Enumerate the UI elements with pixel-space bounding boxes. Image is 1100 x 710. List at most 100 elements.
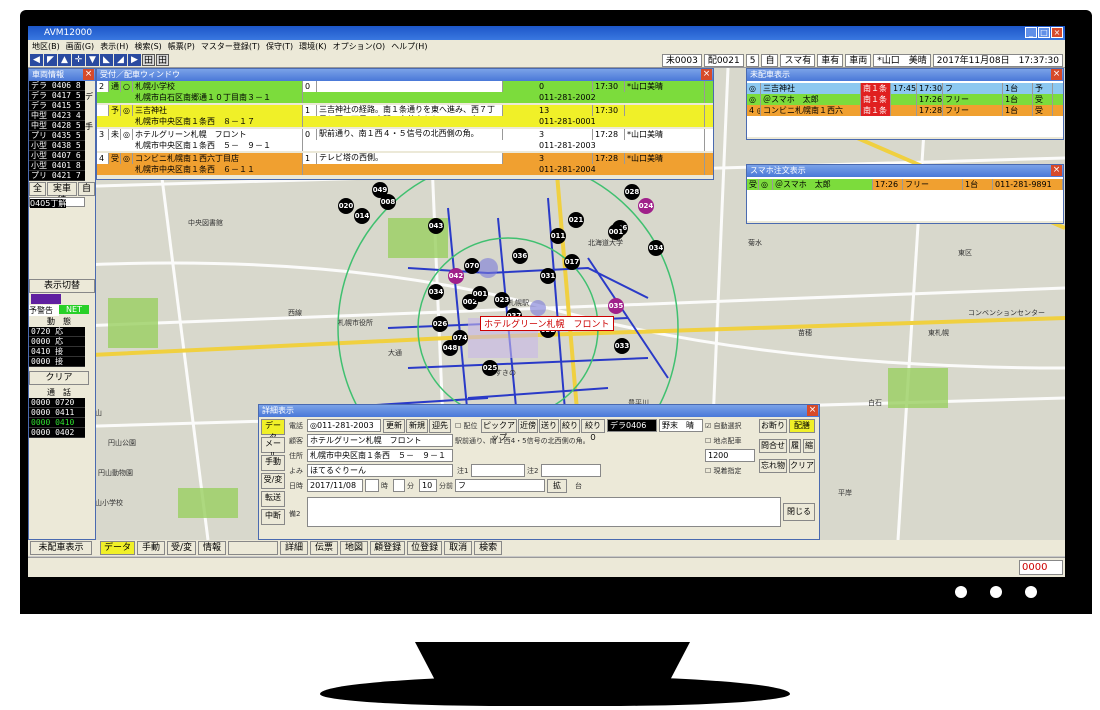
vehicle-marker[interactable]: 034 bbox=[428, 284, 444, 300]
new-button[interactable]: 新規 bbox=[406, 419, 428, 433]
vehicle-marker[interactable]: 014 bbox=[354, 208, 370, 224]
vehicle-item[interactable]: プリ 0421 7 bbox=[29, 171, 85, 181]
bottom-button[interactable]: 位登録 bbox=[407, 541, 443, 555]
unassigned-row[interactable]: 4 ◎コンビニ札幌南１西六南１条 17:28フリー1台受 bbox=[747, 105, 1063, 116]
note1-field[interactable] bbox=[471, 464, 525, 477]
arrow-downright-icon[interactable]: ◢ bbox=[114, 54, 127, 66]
dispatch-button[interactable]: 配膳 bbox=[789, 419, 815, 433]
lost-item-button[interactable]: 忘れ物 bbox=[759, 459, 787, 473]
call-item[interactable]: 0000 0720 bbox=[29, 398, 85, 408]
bottom-button[interactable]: データ bbox=[100, 541, 136, 555]
decline-button[interactable]: お断り bbox=[759, 419, 787, 433]
vehicle-marker[interactable]: 035 bbox=[608, 298, 624, 314]
vehicle-marker[interactable]: 031 bbox=[540, 268, 556, 284]
vehicle-marker[interactable]: 023 bbox=[494, 292, 510, 308]
history-button[interactable]: 履 bbox=[789, 439, 801, 453]
bottom-button[interactable]: 詳細 bbox=[280, 541, 309, 555]
customer-field[interactable]: ホテルグリーン札幌 フロント bbox=[307, 434, 453, 447]
bottom-button[interactable]: 取消 bbox=[444, 541, 473, 555]
menu-item[interactable]: 帳票(P) bbox=[168, 40, 195, 53]
move-icon[interactable]: ✛ bbox=[72, 54, 85, 66]
bottom-button[interactable]: 顧登録 bbox=[370, 541, 406, 555]
unassigned-row[interactable]: ◎ 三吉神社 南１条 17:45 17:30 フ 1台予 bbox=[747, 83, 1063, 94]
menu-item[interactable]: 検索(S) bbox=[134, 40, 161, 53]
minutes-before-field[interactable]: 10 bbox=[419, 479, 437, 492]
detail-tab[interactable]: 転送 bbox=[261, 491, 285, 507]
maximize-button[interactable]: □ bbox=[1038, 27, 1050, 38]
status-item[interactable]: 0000 応 bbox=[29, 337, 85, 347]
bottom-button[interactable] bbox=[228, 541, 279, 555]
menu-item[interactable]: 地区(B) bbox=[32, 40, 60, 53]
bottom-button[interactable]: 伝票 bbox=[310, 541, 339, 555]
status-item[interactable]: 0720 応 bbox=[29, 327, 85, 337]
send-button[interactable]: 送り bbox=[539, 419, 559, 433]
vehicle-item[interactable]: デラ 0415 5 bbox=[29, 101, 85, 111]
vehicle-item[interactable]: 小型 0438 5 bbox=[29, 141, 85, 151]
close-icon[interactable]: × bbox=[1051, 165, 1062, 176]
pickup-dest-button[interactable]: 迎先 bbox=[429, 419, 451, 433]
sms-order-row[interactable]: 受 ◎ ＠スマホ 太郎 17:26 フリー 1台 011-281-9891 bbox=[747, 179, 1063, 190]
filter-button[interactable]: 絞り bbox=[560, 419, 580, 433]
detail-tab[interactable]: 受/変 bbox=[261, 473, 285, 489]
menu-item[interactable]: 画面(G) bbox=[66, 40, 94, 53]
switch-display-button[interactable]: 表示切替 bbox=[29, 279, 95, 293]
bottom-button[interactable]: 検索 bbox=[474, 541, 503, 555]
minute-field[interactable] bbox=[393, 479, 405, 492]
auto-select-checkbox[interactable]: ☑ 自動選択 bbox=[705, 421, 742, 431]
menu-item[interactable]: ヘルプ(H) bbox=[391, 40, 427, 53]
bottom-button[interactable]: 手動 bbox=[137, 541, 166, 555]
note2-field[interactable] bbox=[541, 464, 601, 477]
bottom-button[interactable]: 受/変 bbox=[167, 541, 197, 555]
vehicle-marker[interactable]: 001 bbox=[608, 224, 624, 240]
menu-item[interactable]: 保守(T) bbox=[266, 40, 293, 53]
close-icon[interactable]: × bbox=[83, 69, 94, 80]
unassigned-display-button[interactable]: 未配車表示 bbox=[30, 541, 92, 555]
vehicle-marker[interactable]: 024 bbox=[638, 198, 654, 214]
vehicle-marker[interactable]: 036 bbox=[512, 248, 528, 264]
menu-item[interactable]: 環境(K) bbox=[299, 40, 327, 53]
close-detail-button[interactable]: 閉じる bbox=[783, 503, 815, 521]
close-icon[interactable]: × bbox=[701, 69, 712, 80]
vehicle-item[interactable]: デラ 0406 8 bbox=[29, 81, 85, 91]
grid-icon[interactable]: 田 bbox=[142, 54, 155, 66]
menu-item[interactable]: マスター登録(T) bbox=[201, 40, 260, 53]
point-dispatch-checkbox[interactable]: ☐ 地点配車 bbox=[705, 436, 742, 446]
vehicle-marker[interactable]: 070 bbox=[464, 258, 480, 274]
vehicle-marker[interactable]: 033 bbox=[614, 338, 630, 354]
vehicle-marker[interactable]: 048 bbox=[442, 340, 458, 356]
vehicle-item[interactable]: 小型 0407 6 bbox=[29, 151, 85, 161]
shrink-button[interactable]: 縮 bbox=[803, 439, 815, 453]
close-button[interactable]: × bbox=[1051, 27, 1063, 38]
bottom-button[interactable]: 地図 bbox=[340, 541, 369, 555]
arrow-downleft-icon[interactable]: ◣ bbox=[100, 54, 113, 66]
detail-tab[interactable]: 手動 bbox=[261, 455, 285, 471]
detail-tab[interactable]: メール bbox=[261, 437, 285, 460]
update-button[interactable]: 更新 bbox=[383, 419, 405, 433]
arrow-left-icon[interactable]: ◀ bbox=[30, 54, 43, 66]
tab-waiting[interactable]: 実車待 bbox=[47, 182, 77, 206]
dispatch-row-address[interactable]: 札幌市中央区南１条西 ８－１７ 011-281-0001 bbox=[97, 116, 713, 127]
vehicle-marker[interactable]: 025 bbox=[482, 360, 498, 376]
address-field[interactable]: 札幌市中央区南１条西 ５－ ９－１ bbox=[307, 449, 453, 462]
filter-zero-button[interactable]: 絞り０ bbox=[581, 419, 605, 442]
dispatch-row[interactable]: 2 通 ○ 札幌小学校 0 0 17:30 *山口美晴 bbox=[97, 81, 713, 92]
vehicle-item[interactable]: 中型 0423 4 bbox=[29, 111, 85, 121]
call-item[interactable]: 0000 0402 bbox=[29, 428, 85, 438]
vehicle-marker[interactable]: 034 bbox=[648, 240, 664, 256]
dispatch-row-address[interactable]: 札幌市中央区南１条西 ６－１１ 011-281-2004 bbox=[97, 164, 713, 175]
vehicle-marker[interactable]: 020 bbox=[338, 198, 354, 214]
arrow-upleft-icon[interactable]: ◤ bbox=[44, 54, 57, 66]
vehicle-item[interactable]: プリ 0435 5 bbox=[29, 131, 85, 141]
vehicle-item[interactable]: デラ 0417 5 bbox=[29, 91, 85, 101]
radius-select[interactable]: 1200 bbox=[705, 449, 755, 462]
vehicle-marker[interactable]: 021 bbox=[568, 212, 584, 228]
call-item[interactable]: 0000 0410 bbox=[29, 418, 85, 428]
dispatch-row[interactable]: 3 未 ◎ ホテルグリーン札幌 フロント 0 駅前通り、南１西４・５信号の北西側の角。 3 1… bbox=[97, 129, 713, 140]
vehicle-marker[interactable]: 008 bbox=[380, 194, 396, 210]
menu-item[interactable]: オプション(O) bbox=[333, 40, 386, 53]
vehicle-item[interactable]: 小型 0401 8 bbox=[29, 161, 85, 171]
minimize-button[interactable]: _ bbox=[1025, 27, 1037, 38]
dispatch-row-address[interactable]: 札幌市白石区南郷通１０丁目南３－１ 011-281-2002 bbox=[97, 92, 713, 103]
vehicle-marker[interactable]: 001 bbox=[472, 286, 488, 302]
pickup-button[interactable]: ピックアップ bbox=[481, 419, 517, 442]
